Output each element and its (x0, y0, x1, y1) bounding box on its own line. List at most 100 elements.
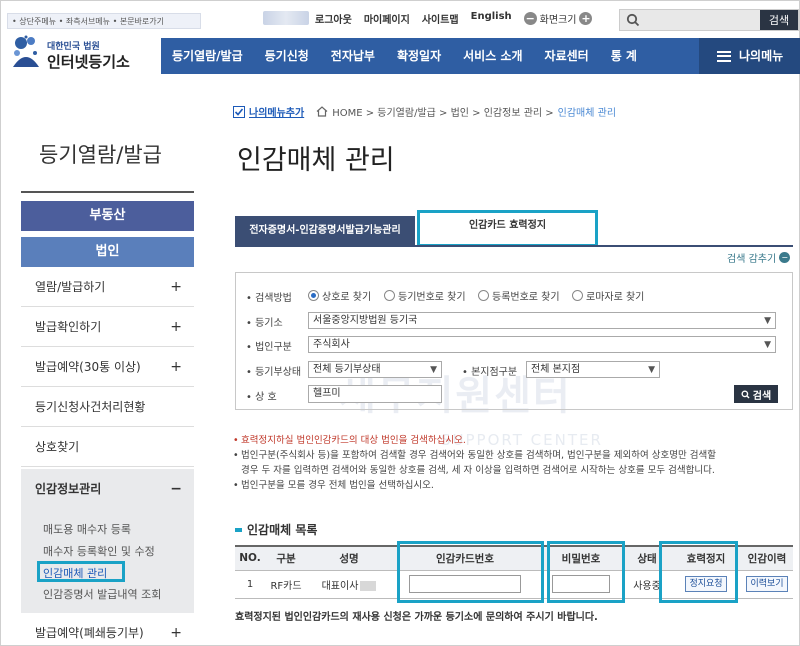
add-to-my-menu-link[interactable]: 나의메뉴추가 (249, 104, 304, 119)
user-name-blurred (263, 11, 309, 25)
register-status-value: 전체 등기부상태 (313, 364, 381, 375)
corp-type-select[interactable]: 주식회사 ▼ (308, 336, 776, 353)
main-navigation: 등기열람/발급 등기신청 전자납부 확정일자 서비스 소개 자료센터 통 계 나… (161, 38, 800, 74)
nav-item-fixed-date[interactable]: 확정일자 (386, 38, 452, 74)
view-history-button[interactable]: 이력보기 (746, 576, 788, 592)
office-select[interactable]: 서울중앙지방법원 등기국 ▼ (308, 312, 776, 329)
sidebar-item-label: 등기신청사건처리현황 (35, 400, 146, 414)
search-method-label: • 검색방법 (246, 293, 292, 304)
nav-item-service-intro[interactable]: 서비스 소개 (452, 38, 533, 74)
zoom-out-button[interactable]: − (523, 12, 537, 25)
sidebar-title: 등기열람/발급 (39, 143, 162, 167)
notes-list: 효력정지하실 법인인감카드의 대상 법인을 검색하십시오. 법인구분(주식회사 … (233, 433, 793, 493)
form-search-button[interactable]: 검색 (734, 385, 778, 403)
corp-type-label: • 법인구분 (246, 342, 292, 353)
corp-type-select-value: 주식회사 (313, 339, 350, 350)
page-title: 인감매체 관리 (237, 145, 395, 176)
radio-dot (572, 290, 583, 301)
nav-item-application[interactable]: 등기신청 (254, 38, 320, 74)
tab-e-certificate[interactable]: 전자증명서-인감증명서발급기능관리 (235, 216, 415, 245)
highlight-box-password (547, 541, 625, 603)
sidebar-item-closed-reservation[interactable]: 발급예약(폐쇄등기부) + (21, 613, 194, 646)
sidebar-item-seal-info[interactable]: 인감정보관리 − (21, 469, 194, 509)
radio-registration-number[interactable]: 등록번호로 찾기 (478, 288, 560, 303)
search-icon (741, 389, 750, 399)
office-select-value: 서울중앙지방법원 등기국 (313, 315, 418, 326)
site-search-button[interactable]: 검색 (760, 10, 798, 30)
sidebar-item-label: 발급예약(30통 이상) (35, 360, 141, 374)
branch-label: • 본지점구분 (462, 367, 518, 378)
col-type: 구분 (265, 545, 307, 571)
nav-item-e-payment[interactable]: 전자납부 (320, 38, 386, 74)
home-icon (316, 106, 328, 117)
checkbox-icon (233, 105, 245, 118)
expand-icon: + (170, 359, 182, 375)
hide-search-toggle[interactable]: 검색 감추기 − (727, 250, 791, 265)
trade-name-input[interactable]: 헬프미 (308, 385, 442, 403)
radio-label: 상호로 찾기 (322, 292, 372, 303)
note-item: 법인구분을 모를 경우 전체 법인을 선택하십시오. (233, 478, 793, 493)
tab-underline (235, 245, 793, 247)
expand-icon: + (170, 625, 182, 641)
english-link[interactable]: English (471, 11, 512, 26)
minus-circle-icon: − (779, 252, 791, 263)
zoom-in-button[interactable]: + (579, 12, 593, 25)
sidebar-item-label: 발급예약(폐쇄등기부) (35, 626, 144, 640)
mypage-link[interactable]: 마이페이지 (364, 11, 410, 26)
chevron-down-icon: ▼ (764, 340, 771, 350)
cell-no: 1 (235, 570, 265, 599)
radio-reg-number[interactable]: 등기번호로 찾기 (384, 288, 466, 303)
radio-trade-name[interactable]: 상호로 찾기 (308, 288, 371, 303)
col-no: NO. (235, 545, 265, 571)
radio-label: 로마자로 찾기 (586, 292, 645, 303)
name-blurred (360, 580, 377, 591)
register-status-select[interactable]: 전체 등기부상태 ▼ (308, 361, 442, 378)
note-item: 경우 두 자를 입력하면 검색어와 동일한 상호를 검색, 세 자 이상을 입력… (241, 465, 715, 476)
nav-item-view-issue[interactable]: 등기열람/발급 (161, 38, 254, 74)
sidebar-item-label: 발급확인하기 (35, 320, 102, 334)
sidebar-item-view-issue[interactable]: 열람/발급하기 + (21, 267, 194, 307)
sidebar-item-label: 열람/발급하기 (35, 280, 106, 294)
highlight-box-submenu (37, 561, 125, 582)
hamburger-icon (717, 50, 731, 62)
sidebar-divider (21, 191, 194, 193)
expand-icon: + (170, 319, 182, 335)
cell-type: RF카드 (265, 570, 307, 599)
my-menu-button[interactable]: 나의메뉴 (699, 38, 800, 74)
submenu-seal-history[interactable]: 인감증명서 발급내역 조회 (43, 586, 161, 602)
sidebar-item-reservation[interactable]: 발급예약(30통 이상) + (21, 347, 194, 387)
court-emblem-icon (13, 35, 39, 67)
branch-select[interactable]: 전체 본지점 ▼ (526, 361, 660, 378)
logout-link[interactable]: 로그아웃 (315, 11, 352, 26)
sidebar-item-trade-name[interactable]: 상호찾기 (21, 427, 194, 467)
sidebar-category-corporation[interactable]: 법인 (21, 237, 194, 267)
sidebar-category-realestate[interactable]: 부동산 (21, 201, 194, 231)
skip-links[interactable]: • 상단주메뉴 • 좌측서브메뉴 • 본문바로가기 (7, 13, 201, 29)
sidebar-item-label: 상호찾기 (35, 440, 80, 454)
note-item: 효력정지하실 법인인감카드의 대상 법인을 검색하십시오. (233, 433, 793, 448)
expand-icon: + (170, 279, 182, 295)
col-name: 성명 (307, 545, 391, 571)
submenu-buyer-register[interactable]: 매도용 매수자 등록 (43, 521, 131, 537)
highlight-box-suspend (659, 541, 738, 603)
hide-search-label: 검색 감추기 (727, 254, 777, 265)
radio-dot (384, 290, 395, 301)
site-logo[interactable]: 대한민국 법원 인터넷등기소 (9, 31, 157, 75)
cell-name-text: 대표이사 (321, 580, 359, 592)
note-item: 법인구분(주식회사 등)을 포함하여 검색할 경우 검색어와 동일한 상호를 검… (233, 448, 793, 463)
radio-dot (308, 290, 319, 301)
logo-title: 인터넷등기소 (47, 53, 130, 71)
footnote: 효력정지된 법인인감카드의 재사용 신청은 가까운 등기소에 문의하여 주시기 … (235, 612, 598, 623)
sitemap-link[interactable]: 사이트맵 (422, 11, 459, 26)
breadcrumb-path: HOME > 등기열람/발급 > 법인 > 인감정보 관리 > (332, 108, 554, 119)
nav-item-resources[interactable]: 자료센터 (534, 38, 600, 74)
submenu-buyer-verify[interactable]: 매수자 등록확인 및 수정 (43, 543, 155, 559)
nav-item-statistics[interactable]: 통 계 (600, 38, 648, 74)
sidebar-item-case-status[interactable]: 등기신청사건처리현황 (21, 387, 194, 427)
radio-roman[interactable]: 로마자로 찾기 (572, 288, 644, 303)
section-bullet-icon (235, 527, 242, 532)
sidebar-item-verify[interactable]: 발급확인하기 + (21, 307, 194, 347)
radio-label: 등록번호로 찾기 (492, 292, 560, 303)
breadcrumb: 나의메뉴추가 HOME > 등기열람/발급 > 법인 > 인감정보 관리 > 인… (233, 104, 616, 119)
my-menu-label: 나의메뉴 (739, 49, 784, 63)
